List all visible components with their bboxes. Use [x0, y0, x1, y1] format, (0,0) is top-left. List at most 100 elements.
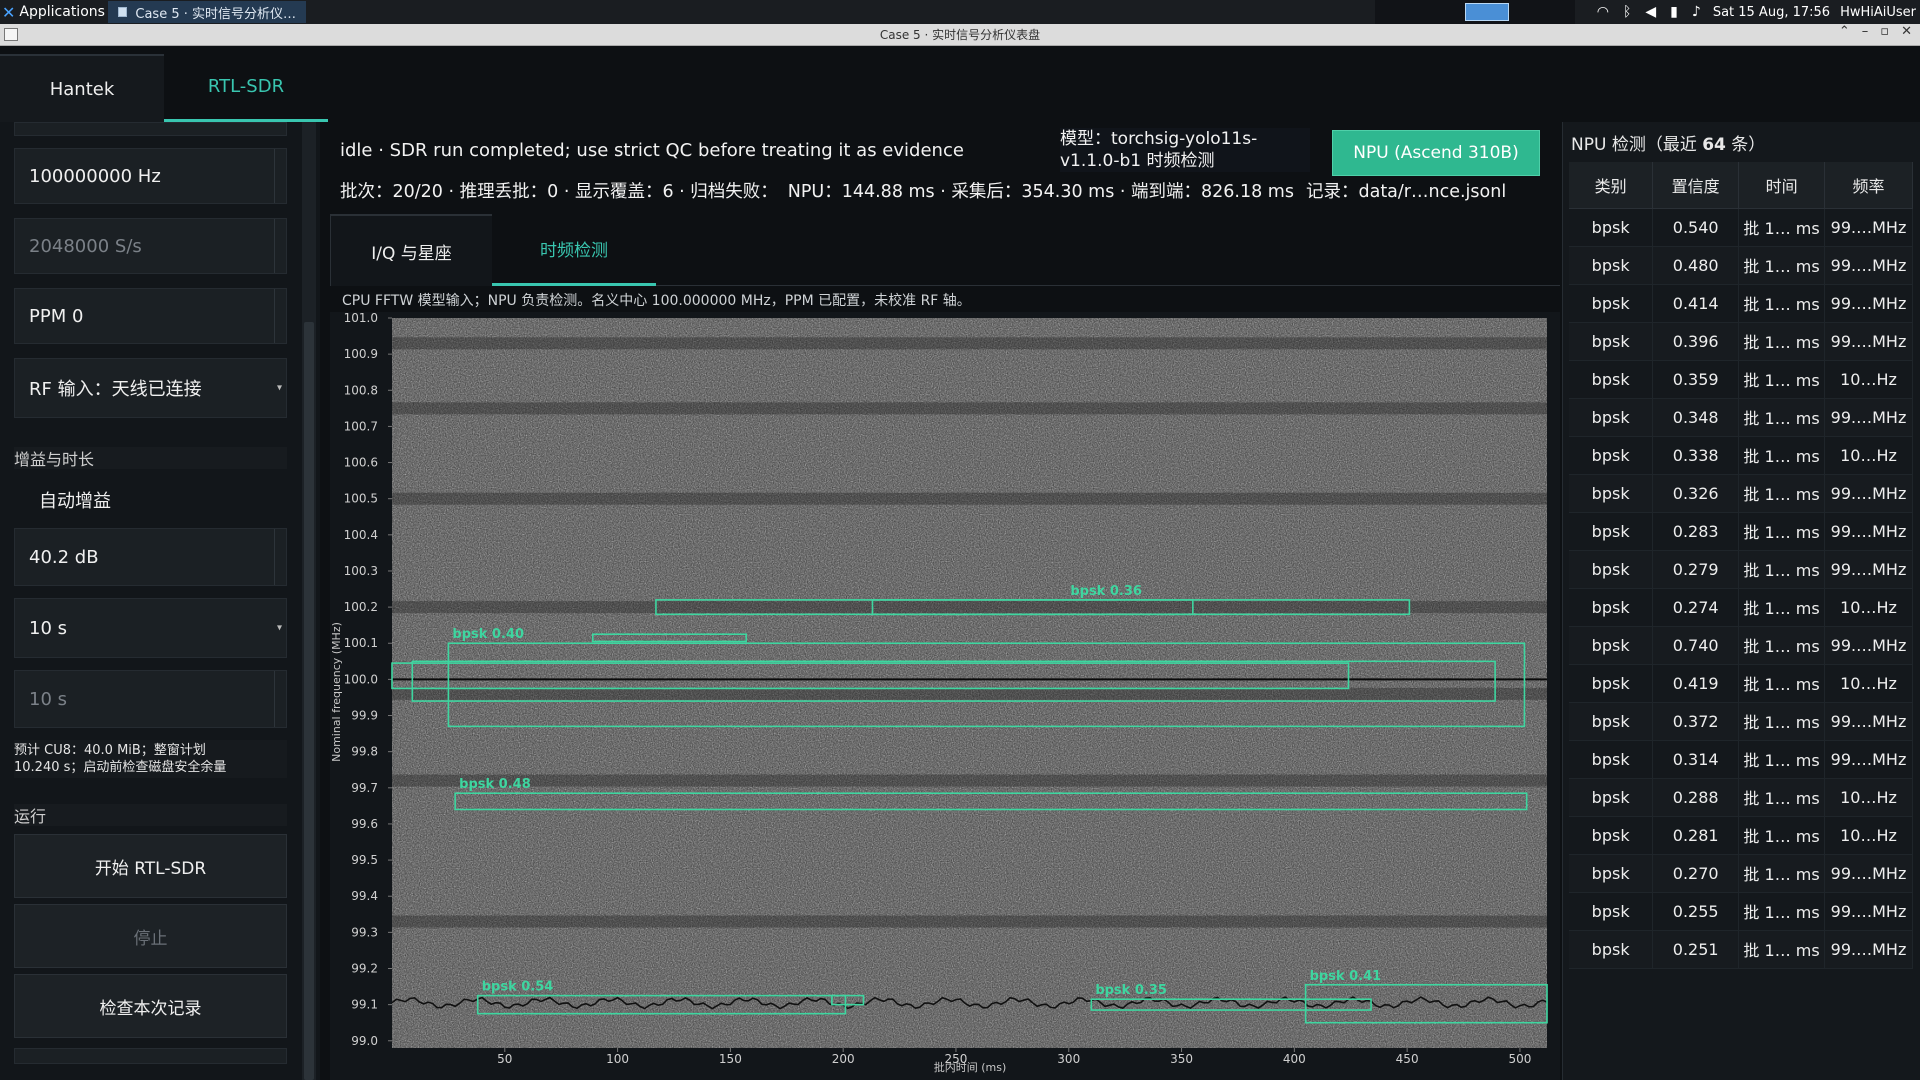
cell-time: 批 1… ms — [1738, 246, 1826, 285]
table-row[interactable]: bpsk 0.338 批 1… ms 10…Hz — [1569, 436, 1913, 475]
bell-icon[interactable]: ♪ — [1692, 4, 1701, 20]
cell-frequency: 10…Hz — [1824, 664, 1913, 703]
x-tick-label: 300 — [1057, 1052, 1080, 1066]
table-row[interactable]: bpsk 0.288 批 1… ms 10…Hz — [1569, 778, 1913, 817]
detection-label: bpsk 0.54 — [482, 980, 554, 995]
cell-time: 批 1… ms — [1738, 778, 1826, 817]
tab-hantek[interactable]: Hantek — [0, 54, 164, 122]
center-frequency-stepper[interactable] — [274, 149, 286, 203]
spectrogram-band — [392, 492, 1547, 505]
left-panel-scrollbar[interactable] — [302, 122, 316, 1080]
npu-device-button[interactable]: NPU (Ascend 310B) — [1332, 130, 1540, 176]
cell-class: bpsk — [1569, 360, 1654, 399]
y-tick-label: 100.3 — [344, 564, 378, 578]
run-status-area: idle · SDR run completed; use strict QC … — [330, 122, 1560, 210]
close-icon[interactable]: ✕ — [1901, 24, 1912, 39]
col-header-class[interactable]: 类别 — [1569, 162, 1654, 209]
cell-time: 批 1… ms — [1738, 398, 1826, 437]
y-tick-label: 100.9 — [344, 347, 378, 361]
table-row[interactable]: bpsk 0.419 批 1… ms 10…Hz — [1569, 664, 1913, 703]
table-row[interactable]: bpsk 0.396 批 1… ms 99.…MHz — [1569, 322, 1913, 361]
ppm-stepper[interactable] — [274, 289, 286, 343]
ppm-field[interactable]: PPM 0 — [14, 288, 287, 344]
table-row[interactable]: bpsk 0.281 批 1… ms 10…Hz — [1569, 816, 1913, 855]
x-tick-label: 400 — [1283, 1052, 1306, 1066]
table-row[interactable]: bpsk 0.372 批 1… ms 99.…MHz — [1569, 702, 1913, 741]
table-row[interactable]: bpsk 0.326 批 1… ms 99.…MHz — [1569, 474, 1913, 513]
tab-rtl-sdr[interactable]: RTL-SDR — [164, 54, 328, 122]
table-row[interactable]: bpsk 0.255 批 1… ms 99.…MHz — [1569, 892, 1913, 931]
cell-frequency: 99.…MHz — [1824, 512, 1913, 551]
sample-rate-value: 2048000 S/s — [29, 235, 142, 257]
window-menu-icon[interactable] — [4, 28, 18, 41]
cell-confidence: 0.279 — [1652, 550, 1740, 589]
table-row[interactable]: bpsk 0.359 批 1… ms 10…Hz — [1569, 360, 1913, 399]
y-tick-label: 99.9 — [351, 709, 378, 723]
y-tick-label: 100.2 — [344, 600, 378, 614]
workspace-switcher[interactable] — [1374, 0, 1575, 24]
shade-icon[interactable]: ⌃ — [1839, 24, 1850, 39]
battery-icon[interactable]: ▮ — [1670, 4, 1678, 20]
y-tick-label: 100.4 — [344, 528, 378, 542]
bluetooth-icon[interactable]: ᛒ — [1623, 4, 1631, 20]
applications-menu[interactable]: ✕ Applications — [0, 3, 108, 22]
tab-time-frequency[interactable]: 时频检测 — [492, 214, 656, 286]
col-header-confidence[interactable]: 置信度 — [1652, 162, 1740, 209]
center-frequency-field[interactable]: 100000000 Hz — [14, 148, 287, 204]
taskbar-window-button[interactable]: Case 5 · 实时信号分析仪… — [108, 1, 306, 23]
table-row[interactable]: bpsk 0.283 批 1… ms 99.…MHz — [1569, 512, 1913, 551]
status-message: idle · SDR run completed; use strict QC … — [340, 140, 964, 161]
gain-section-header: 增益与时长 — [14, 447, 287, 469]
xfce-logo-icon: ✕ — [2, 2, 16, 22]
tab-iq-constellation[interactable]: I/Q 与星座 — [330, 214, 492, 286]
duration-select[interactable]: 10 s ▾ — [14, 598, 287, 658]
workspace-indicator[interactable] — [1464, 3, 1509, 21]
col-header-time[interactable]: 时间 — [1738, 162, 1826, 209]
table-row[interactable]: bpsk 0.279 批 1… ms 99.…MHz — [1569, 550, 1913, 589]
table-row[interactable]: bpsk 0.274 批 1… ms 10…Hz — [1569, 588, 1913, 627]
cell-time: 批 1… ms — [1738, 930, 1826, 969]
table-row[interactable]: bpsk 0.480 批 1… ms 99.…MHz — [1569, 246, 1913, 285]
gain-field[interactable]: 40.2 dB — [14, 528, 287, 586]
table-row[interactable]: bpsk 0.314 批 1… ms 99.…MHz — [1569, 740, 1913, 779]
cell-time: 批 1… ms — [1738, 436, 1826, 475]
scrollbar-thumb[interactable] — [304, 322, 314, 1080]
cell-confidence: 0.414 — [1652, 284, 1740, 323]
auto-gain-checkbox[interactable]: 自动增益 — [14, 478, 287, 522]
cell-confidence: 0.480 — [1652, 246, 1740, 285]
check-record-button[interactable]: 检查本次记录 — [14, 974, 287, 1038]
system-tray: ◠ ᛒ ◀ ▮ ♪ — [1575, 4, 1713, 20]
table-row[interactable]: bpsk 0.540 批 1… ms 99.…MHz — [1569, 208, 1913, 247]
user-menu[interactable]: HwHiAiUser — [1840, 5, 1920, 20]
start-rtl-sdr-button[interactable]: 开始 RTL-SDR — [14, 834, 287, 898]
table-row[interactable]: bpsk 0.740 批 1… ms 99.…MHz — [1569, 626, 1913, 665]
y-tick-label: 99.3 — [351, 925, 378, 939]
sample-rate-field: 2048000 S/s — [14, 218, 287, 274]
duration-readonly-field: 10 s — [14, 670, 287, 728]
volume-icon[interactable]: ◀ — [1645, 4, 1656, 20]
table-row[interactable]: bpsk 0.348 批 1… ms 99.…MHz — [1569, 398, 1913, 437]
cell-confidence: 0.338 — [1652, 436, 1740, 475]
table-row[interactable]: bpsk 0.251 批 1… ms 99.…MHz — [1569, 930, 1913, 969]
col-header-frequency[interactable]: 频率 — [1824, 162, 1913, 209]
cell-frequency: 99.…MHz — [1824, 740, 1913, 779]
cell-confidence: 0.396 — [1652, 322, 1740, 361]
detections-table: 类别 置信度 时间 频率 bpsk 0.540 批 1… ms 99.…MHz bpsk… — [1569, 162, 1913, 969]
gain-stepper[interactable] — [274, 529, 286, 585]
maximize-icon[interactable]: ▫ — [1880, 24, 1889, 39]
y-tick-label: 99.5 — [351, 853, 378, 867]
table-row[interactable]: bpsk 0.270 批 1… ms 99.…MHz — [1569, 854, 1913, 893]
table-row[interactable]: bpsk 0.414 批 1… ms 99.…MHz — [1569, 284, 1913, 323]
cell-frequency: 99.…MHz — [1824, 626, 1913, 665]
duration-readonly-stepper — [274, 671, 286, 727]
cell-frequency: 10…Hz — [1824, 360, 1913, 399]
detection-label: bpsk 0.36 — [1070, 584, 1142, 599]
wifi-icon[interactable]: ◠ — [1597, 4, 1609, 20]
cell-frequency: 10…Hz — [1824, 816, 1913, 855]
clock[interactable]: Sat 15 Aug, 17:56 — [1713, 5, 1840, 20]
minimize-icon[interactable]: – — [1862, 24, 1869, 39]
run-section-header: 运行 — [14, 804, 287, 826]
rf-input-select[interactable]: RF 输入：天线已连接 ▾ — [14, 358, 287, 418]
y-tick-label: 101.0 — [344, 312, 378, 325]
cell-confidence: 0.359 — [1652, 360, 1740, 399]
